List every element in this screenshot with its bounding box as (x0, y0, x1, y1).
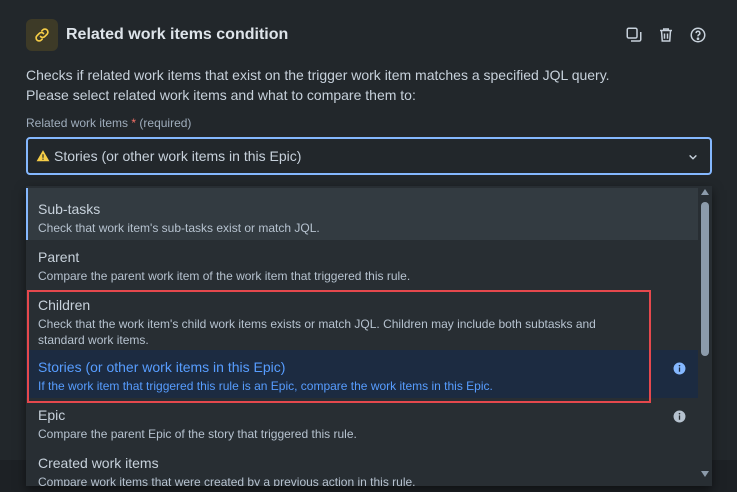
option-subtitle: Compare the parent Epic of the story tha… (38, 427, 357, 441)
field-label-text: Related work items (26, 116, 129, 130)
link-icon (26, 19, 58, 51)
option-title: Parent (38, 249, 80, 265)
panel-header: Related work items condition (26, 19, 716, 51)
menu-scrollbar[interactable] (698, 186, 712, 486)
option-children[interactable]: Children Check that the work item's chil… (26, 288, 698, 350)
info-icon[interactable] (673, 410, 686, 428)
required-text: (required) (139, 116, 192, 130)
option-created-work-items[interactable]: Created work items Compare work items th… (26, 446, 698, 486)
option-title: Created work items (38, 455, 159, 471)
option-subtitle-line: Check that the work item's child work it… (38, 317, 596, 331)
option-subtitle: If the work item that triggered this rul… (38, 379, 493, 393)
selected-value: Stories (or other work items in this Epi… (54, 148, 302, 164)
option-subtitle: Check that work item's sub-tasks exist o… (38, 221, 320, 235)
warning-icon (36, 149, 50, 163)
option-subtitle: Compare the parent work item of the work… (38, 269, 411, 283)
description-line: Checks if related work items that exist … (26, 67, 610, 83)
info-icon[interactable] (673, 362, 686, 380)
option-stories[interactable]: Stories (or other work items in this Epi… (26, 350, 698, 398)
option-subtitle: Compare work items that were created by … (38, 475, 416, 486)
option-epic[interactable]: Epic Compare the parent Epic of the stor… (26, 398, 698, 446)
chevron-down-icon[interactable] (686, 150, 700, 169)
scroll-up-arrow-icon[interactable] (701, 188, 709, 196)
option-parent[interactable]: Parent Compare the parent work item of t… (26, 240, 698, 288)
option-sub-tasks[interactable]: Sub-tasks Check that work item's sub-tas… (26, 188, 698, 240)
option-title: Children (38, 297, 91, 313)
description: Checks if related work items that exist … (26, 65, 716, 105)
required-mark: * (131, 116, 137, 130)
option-subtitle: Check that the work item's child work it… (38, 316, 686, 348)
option-title: Sub-tasks (38, 201, 101, 217)
help-icon[interactable] (688, 25, 708, 45)
scroll-thumb[interactable] (701, 202, 709, 356)
related-work-items-select[interactable]: Stories (or other work items in this Epi… (26, 137, 712, 175)
page-title: Related work items condition (66, 26, 289, 43)
option-title: Stories (or other work items in this Epi… (38, 359, 286, 375)
duplicate-icon[interactable] (624, 25, 644, 45)
trash-icon[interactable] (656, 25, 676, 45)
description-line: Please select related work items and wha… (26, 87, 416, 103)
field-label: Related work items * (required) (26, 116, 191, 130)
option-subtitle-line: standard work items. (38, 333, 149, 347)
dropdown-menu: Sub-tasks Check that work item's sub-tas… (26, 186, 712, 486)
scroll-down-arrow-icon[interactable] (701, 470, 709, 478)
option-title: Epic (38, 407, 66, 423)
